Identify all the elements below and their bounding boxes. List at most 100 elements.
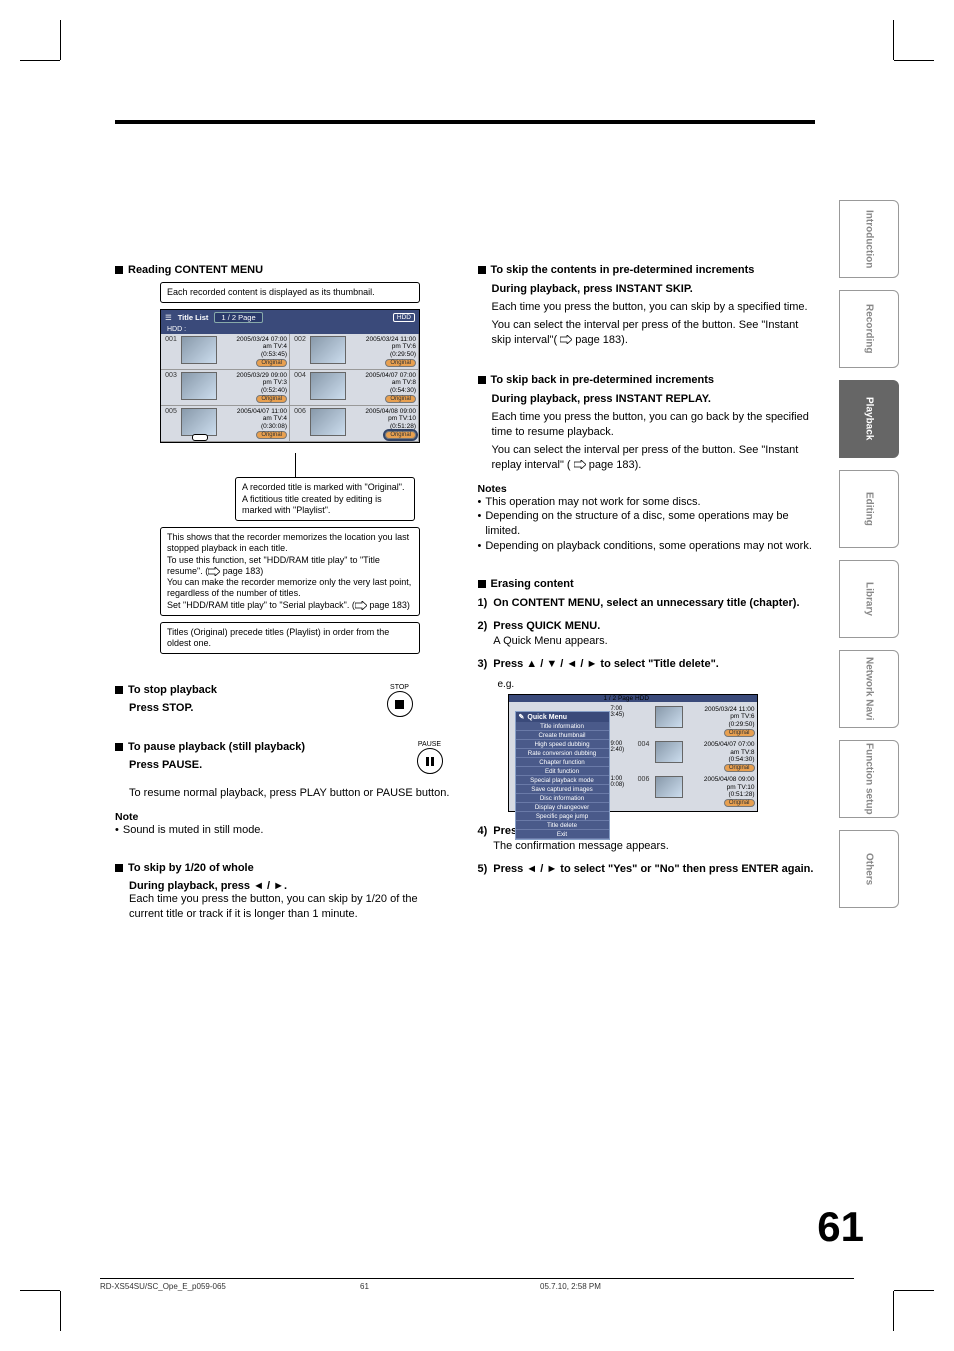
hdd-sublabel: HDD : [161,325,419,334]
quick-menu-item: Special playback mode [516,776,609,785]
bullet-square-icon [478,376,486,384]
side-tab-editing[interactable]: Editing [839,470,899,548]
content-menu-item: 003 2005/03/29 09:00pm TV:3(0:52:40)Orig… [161,370,290,406]
step-text: Press QUICK MENU. [493,620,600,632]
callout-text: This shows that the recorder memorizes t… [167,532,411,610]
section-title: To pause playback (still playback) [128,741,305,753]
text: page 183). [589,459,642,471]
bullet-square-icon [115,743,123,751]
text: You can select the interval per press of… [492,444,799,471]
step-3: 3) Press ▲ / ▼ / ◄ / ► to select "Title … [478,657,816,672]
skipb-text1: Each time you press the button, you can … [492,410,816,440]
section-title: To skip back in pre-determined increment… [491,374,715,386]
callout-text: Each recorded content is displayed as it… [167,287,375,297]
callout-thumbnail: Each recorded content is displayed as it… [160,282,420,303]
skipb-text2: You can select the interval per press of… [492,443,816,473]
leader-line [295,453,453,477]
note-heading: Note [115,811,453,823]
side-tab-introduction[interactable]: Introduction [839,200,899,278]
step-text: Press ▲ / ▼ / ◄ / ► to select "Title del… [493,657,719,672]
pause-button-icon [417,748,443,774]
note-item: •Depending on playback conditions, some … [478,539,816,554]
quick-menu-item: Specific page jump [516,812,609,821]
quick-menu-item: Disc information [516,794,609,803]
footer-file: RD-XS54SU/SC_Ope_E_p059-065 [100,1282,360,1291]
step-text: On CONTENT MENU, select an unnecessary t… [493,596,799,611]
bullet-square-icon [478,580,486,588]
quick-menu-item: Edit function [516,767,609,776]
pause-label: PAUSE [417,741,443,748]
step-1: 1) On CONTENT MENU, select an unnecessar… [478,596,816,611]
content-menu-item: 001 2005/03/24 07:00am TV:4(0:53:45)Orig… [161,334,290,370]
bullet-square-icon [115,266,123,274]
section-title: To stop playback [128,684,217,696]
content-menu-item: 004 2005/04/07 07:00am TV:8(0:54:30)Orig… [290,370,419,406]
section-title: To skip by 1/20 of whole [128,862,254,874]
quick-menu-item: Exit [516,830,609,839]
section-skip-1-20: To skip by 1/20 of whole [115,862,453,874]
stop-label: STOP [387,684,413,691]
section-erasing: Erasing content [478,578,816,590]
side-tab-playback[interactable]: Playback [839,380,899,458]
step-text: Press ◄ / ► to select "Yes" or "No" then… [493,862,813,877]
bullet-square-icon [115,686,123,694]
arrow-right-icon [560,335,572,344]
eg-label: e.g. [498,679,816,690]
header-rule [115,120,815,124]
quick-menu-item: Title information [516,722,609,731]
side-tab-network-navi[interactable]: Network Navi [839,650,899,728]
side-tab-function-setup[interactable]: Function setup [839,740,899,818]
section-title: To skip the contents in pre-determined i… [491,264,755,276]
note-item: •This operation may not work for some di… [478,495,816,510]
skipb-cmd: During playback, press INSTANT REPLAY. [492,392,816,407]
pause-resume-text: To resume normal playback, press PLAY bu… [129,786,453,801]
step-subtext: A Quick Menu appears. [493,635,607,647]
qm-title: Quick Menu [527,714,567,721]
callout-text: A recorded title is marked with "Origina… [242,482,404,515]
step-5: 5) Press ◄ / ► to select "Yes" or "No" t… [478,862,816,877]
page-number: 61 [817,1203,864,1251]
quick-menu-item: Create thumbnail [516,731,609,740]
content-menu-screenshot: ☰ Title List 1 / 2 Page HDD HDD : 001 20… [160,309,420,443]
callout-original: A recorded title is marked with "Origina… [235,477,415,521]
content-menu-item: 006 2005/04/08 09:00pm TV:10(0:51:28)Ori… [290,406,419,442]
side-tab-library[interactable]: Library [839,560,899,638]
skipf-cmd: During playback, press INSTANT SKIP. [492,282,816,297]
section-skip-back: To skip back in pre-determined increment… [478,374,816,386]
callout-order: Titles (Original) precede titles (Playli… [160,622,420,655]
footer-page: 61 [360,1282,540,1291]
page-indicator: 1 / 2 Page [214,312,262,323]
stop-button-icon [387,691,413,717]
skip20-cmd: During playback, press ◄ / ►. [129,880,453,892]
callout-resume: This shows that the recorder memorizes t… [160,527,420,616]
eg-page: 1 / 2 Page [604,695,634,702]
section-title: Erasing content [491,578,574,590]
side-tab-recording[interactable]: Recording [839,290,899,368]
eg-item: 9:002:40) 004 2005/04/07 07:00am TV:8(0:… [611,739,755,774]
quick-menu-item: Rate conversion dubbing [516,749,609,758]
section-skip-forward: To skip the contents in pre-determined i… [478,264,816,276]
title-list-label: Title List [178,313,209,322]
section-reading-content-menu: Reading CONTENT MENU [115,264,453,276]
skipf-text1: Each time you press the button, you can … [492,300,816,315]
content-menu-item: 002 2005/03/24 11:00pm TV:6(0:29:50)Orig… [290,334,419,370]
press-stop: Press STOP. [129,702,217,714]
callout-text: Titles (Original) precede titles (Playli… [167,627,389,648]
side-tabs: Introduction Recording Playback Editing Libr… [839,200,899,908]
side-tab-others[interactable]: Others [839,830,899,908]
eg-hdd: HDD [635,695,649,702]
quick-menu-item: Chapter function [516,758,609,767]
quick-menu-item: Title delete [516,821,609,830]
note-bullet: •Sound is muted in still mode. [115,823,453,838]
hdd-badge: HDD [393,313,415,322]
text: page 183). [575,334,628,346]
quick-menu-item: Display changeover [516,803,609,812]
menu-icon: ☰ [165,313,172,322]
footer-timestamp: 05.7.10, 2:58 PM [540,1282,601,1291]
step-subtext: The confirmation message appears. [493,840,668,852]
eg-item: 7:003:45) 2005/03/24 11:00pm TV:6(0:29:5… [611,704,755,739]
right-column: To skip the contents in pre-determined i… [478,264,816,922]
quick-menu-overlay: ✎Quick Menu Title informationCreate thum… [515,711,610,840]
left-column: Reading CONTENT MENU Each recorded conte… [115,264,453,922]
step-2: 2) Press QUICK MENU. A Quick Menu appear… [478,619,816,649]
